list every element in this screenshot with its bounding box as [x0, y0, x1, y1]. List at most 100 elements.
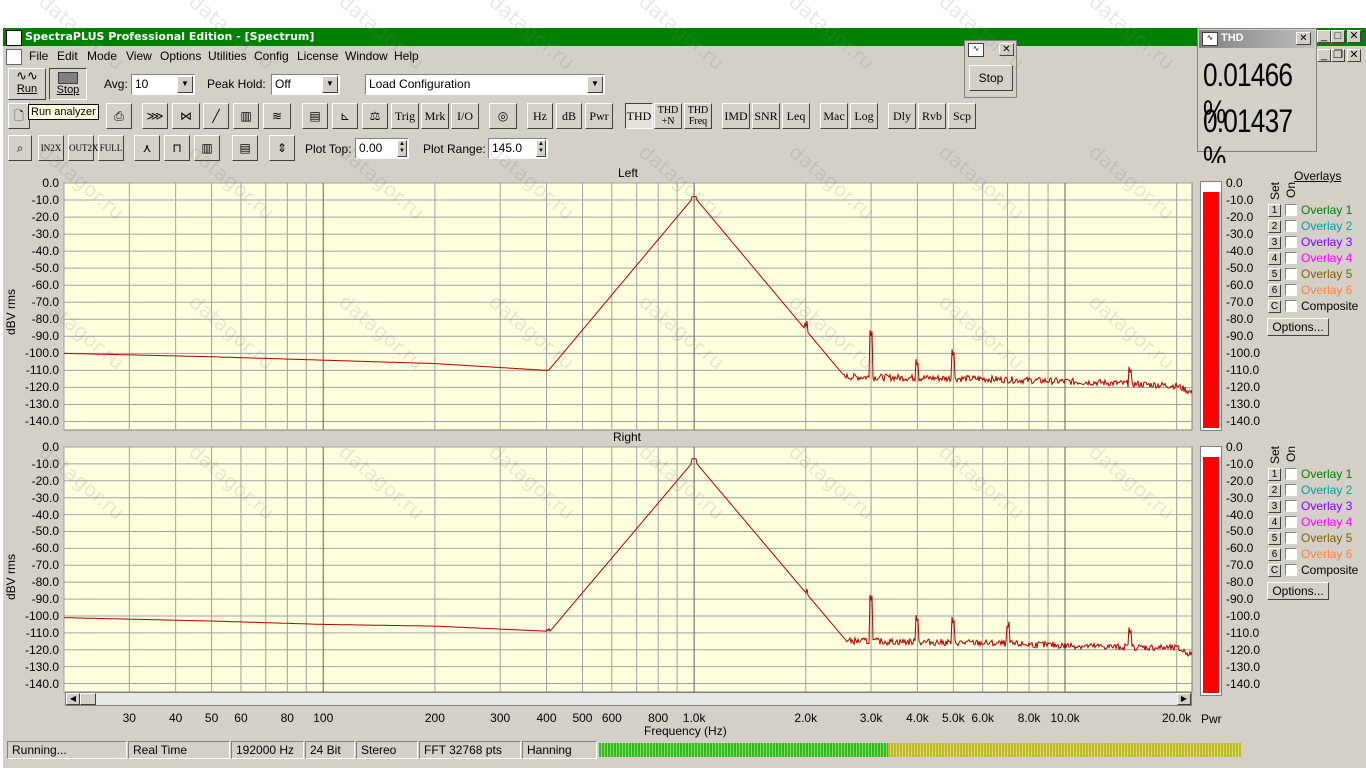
overlay-label: Overlay 2: [1301, 219, 1353, 233]
y-tick-label: -30.0: [31, 490, 59, 505]
meter-tick-label: -60.0: [1226, 278, 1254, 293]
overlay-set-button[interactable]: 1: [1268, 468, 1281, 481]
overlay-set-button[interactable]: 4: [1268, 252, 1281, 265]
meter-tick-label: 0.0: [1226, 440, 1243, 454]
y-tick-label: -140.0: [24, 414, 59, 429]
overlay-set-label: Set: [1268, 445, 1282, 464]
right-plot-area: [63, 446, 1193, 693]
overlay-set-button[interactable]: 1: [1268, 204, 1281, 217]
y-tick-label: -50.0: [31, 524, 59, 539]
overlay-checkbox[interactable]: [1285, 284, 1297, 296]
status-window: Hanning: [522, 741, 597, 759]
meter-tick-label: -130.0: [1226, 397, 1261, 412]
scroll-thumb[interactable]: [80, 693, 96, 705]
y-tick-label: -110.0: [25, 363, 59, 378]
overlay-set-button[interactable]: 2: [1268, 484, 1281, 497]
horizontal-scrollbar[interactable]: ◀ ▶: [65, 692, 1192, 706]
meter-tick-label: -20.0: [1226, 473, 1254, 488]
overlay-label: Overlay 3: [1301, 499, 1353, 513]
y-tick-label: 0.0: [42, 176, 59, 190]
meter-tick-label: 0.0: [1226, 176, 1243, 190]
overlay-set-button[interactable]: C: [1268, 300, 1281, 313]
overlay-checkbox[interactable]: [1285, 300, 1297, 312]
y-tick-label: -10.0: [31, 456, 59, 471]
overlay-set-button[interactable]: 3: [1268, 500, 1281, 513]
scroll-right-icon[interactable]: ▶: [1177, 693, 1191, 705]
meter-tick-label: -30.0: [1226, 490, 1254, 505]
x-tick-label: 2.0k: [794, 711, 818, 725]
x-tick-label: 8.0k: [1017, 711, 1041, 725]
y-tick-label: -100.0: [24, 608, 59, 623]
x-tick-label: 200: [424, 711, 445, 725]
overlay-label: Overlay 6: [1301, 547, 1353, 561]
overlay-checkbox[interactable]: [1285, 220, 1297, 232]
meter-tick-label: -20.0: [1226, 210, 1254, 225]
scroll-left-icon[interactable]: ◀: [66, 693, 80, 705]
meter-tick-label: -110.0: [1226, 363, 1260, 378]
meter-tick-label: -10.0: [1226, 456, 1254, 471]
x-tick-label: 6.0k: [971, 711, 995, 725]
overlay-options-button[interactable]: Options...: [1267, 318, 1329, 336]
overlay-set-button[interactable]: 4: [1268, 516, 1281, 529]
status-mode: Real Time: [128, 741, 230, 759]
meter-tick-label: -60.0: [1226, 541, 1254, 556]
overlay-label: Overlay 1: [1301, 203, 1353, 217]
overlay-checkbox[interactable]: [1285, 532, 1297, 544]
overlay-label: Composite: [1301, 563, 1359, 577]
overlay-checkbox[interactable]: [1285, 252, 1297, 264]
y-tick-label: -40.0: [31, 244, 59, 259]
overlay-label: Overlay 2: [1301, 483, 1353, 497]
overlay-checkbox[interactable]: [1285, 500, 1297, 512]
x-tick-label: 300: [490, 711, 511, 725]
x-tick-label: 400: [536, 711, 557, 725]
meter-tick-label: -40.0: [1226, 507, 1254, 522]
overlay-checkbox[interactable]: [1285, 204, 1297, 216]
status-rate: 192000 Hz: [231, 741, 304, 759]
y-tick-label: 0.0: [42, 440, 59, 454]
overlay-checkbox[interactable]: [1285, 468, 1297, 480]
y-tick-label: -140.0: [24, 676, 59, 691]
overlays-title: Overlays: [1294, 169, 1342, 183]
pwr-label: Pwr: [1201, 712, 1222, 726]
overlay-on-label: On: [1284, 181, 1298, 198]
overlay-set-button[interactable]: 5: [1268, 268, 1281, 281]
overlay-set-button[interactable]: C: [1268, 564, 1281, 577]
overlay-set-button[interactable]: 6: [1268, 284, 1281, 297]
meter-tick-label: -30.0: [1226, 227, 1254, 242]
overlay-checkbox[interactable]: [1285, 484, 1297, 496]
status-channels: Stereo: [356, 741, 418, 759]
x-tick-label: 30: [122, 711, 136, 725]
overlay-on-label: On: [1284, 445, 1298, 462]
left-power-bar: [1203, 192, 1219, 428]
overlay-set-button[interactable]: 3: [1268, 236, 1281, 249]
y-tick-label: -50.0: [31, 261, 59, 276]
meter-tick-label: -90.0: [1226, 329, 1254, 344]
y-tick-label: -110.0: [25, 625, 59, 640]
x-tick-label: 60: [234, 711, 248, 725]
meter-tick-label: -70.0: [1226, 295, 1254, 310]
overlay-label: Overlay 4: [1301, 251, 1353, 265]
meter-tick-label: -120.0: [1226, 380, 1261, 395]
right-power-meter: [1200, 446, 1222, 696]
overlay-options-button[interactable]: Options...: [1267, 582, 1329, 600]
overlay-set-button[interactable]: 5: [1268, 532, 1281, 545]
status-state: Running...: [7, 741, 127, 759]
right-power-bar: [1203, 457, 1219, 693]
overlay-checkbox[interactable]: [1285, 236, 1297, 248]
overlay-checkbox[interactable]: [1285, 548, 1297, 560]
overlay-label: Composite: [1301, 299, 1359, 313]
overlay-set-button[interactable]: 2: [1268, 220, 1281, 233]
overlay-checkbox[interactable]: [1285, 564, 1297, 576]
left-power-meter: [1200, 181, 1222, 431]
meter-tick-label: -70.0: [1226, 558, 1254, 573]
level-meter-bar: [599, 743, 1241, 757]
y-tick-label: -20.0: [31, 473, 59, 488]
overlay-set-button[interactable]: 6: [1268, 548, 1281, 561]
left-plot-area: [63, 182, 1193, 431]
left-y-axis-label: dBV rms: [4, 288, 18, 335]
y-tick-label: -130.0: [24, 659, 59, 674]
meter-tick-label: -50.0: [1226, 524, 1254, 539]
overlay-checkbox[interactable]: [1285, 268, 1297, 280]
meter-tick-label: -130.0: [1226, 659, 1261, 674]
overlay-checkbox[interactable]: [1285, 516, 1297, 528]
